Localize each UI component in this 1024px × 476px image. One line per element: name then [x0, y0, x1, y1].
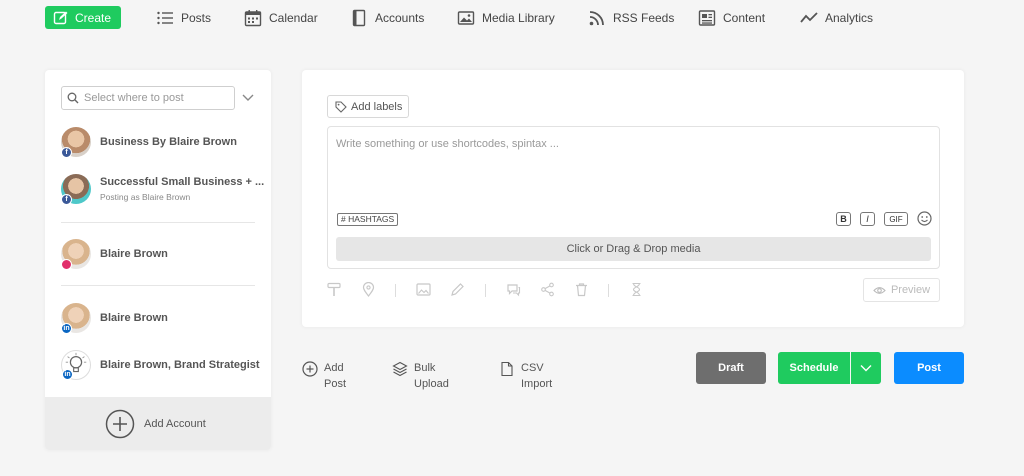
- account-name: Blaire Brown, Brand Strategist: [100, 359, 260, 371]
- csv-import-label-line2: Import: [521, 378, 553, 390]
- account-name: Blaire Brown: [100, 248, 168, 260]
- toolbar-divider: [485, 284, 486, 297]
- account-item[interactable]: f Business By Blaire Brown: [61, 127, 261, 158]
- calendar-icon: [244, 10, 262, 27]
- hashtags-button[interactable]: # HASHTAGS: [337, 213, 399, 226]
- nav-content[interactable]: Content: [698, 8, 765, 28]
- account-search[interactable]: [61, 86, 235, 110]
- account-name: Business By Blaire Brown: [100, 136, 237, 148]
- edit-icon: [53, 11, 68, 24]
- preview-label: Preview: [890, 284, 931, 296]
- nav-analytics-label: Analytics: [825, 11, 874, 25]
- avatar: in: [61, 303, 91, 334]
- account-item[interactable]: in Blaire Brown: [61, 303, 261, 334]
- nav-calendar[interactable]: Calendar: [244, 8, 318, 28]
- analytics-icon: [800, 12, 818, 23]
- nav-posts-label: Posts: [181, 11, 212, 25]
- nav-accounts[interactable]: Accounts: [350, 8, 424, 28]
- account-item[interactable]: Blaire Brown: [61, 239, 261, 270]
- pencil-icon[interactable]: [450, 282, 465, 297]
- list-icon: [157, 11, 173, 25]
- tag-icon: [335, 100, 347, 113]
- post-text-input[interactable]: [336, 138, 926, 198]
- create-label: Create: [75, 10, 112, 25]
- account-item[interactable]: in Blaire Brown, Brand Strategist: [61, 350, 261, 380]
- csv-import-label-line1: CSV: [521, 362, 544, 374]
- comments-icon[interactable]: [506, 282, 521, 297]
- image-icon[interactable]: [416, 282, 431, 297]
- avatar: f: [61, 174, 91, 205]
- toolbar-divider: [608, 284, 609, 297]
- trash-icon[interactable]: [574, 282, 589, 297]
- linkedin-icon: in: [62, 369, 73, 380]
- add-labels-button[interactable]: Add labels: [327, 95, 409, 118]
- bulk-upload-label-line1: Bulk: [414, 362, 436, 374]
- draft-button[interactable]: Draft: [696, 352, 766, 384]
- create-button[interactable]: Create: [45, 6, 121, 29]
- linkedin-icon: in: [61, 323, 72, 334]
- account-posting-as: Posting as Blaire Brown: [100, 192, 191, 202]
- rss-icon: [589, 11, 604, 26]
- csv-import-button[interactable]: CSV Import: [499, 360, 552, 392]
- bulk-upload-label-line2: Upload: [414, 378, 449, 390]
- bold-button[interactable]: B: [836, 212, 851, 226]
- media-dropzone[interactable]: Click or Drag & Drop media: [336, 237, 931, 261]
- add-account-button[interactable]: Add Account: [45, 397, 271, 450]
- gif-button[interactable]: GIF: [884, 212, 908, 226]
- post-editor: # HASHTAGS B I GIF Click or Drag & Drop …: [327, 126, 940, 269]
- accounts-panel: f Business By Blaire Brown f Successful …: [45, 70, 271, 450]
- nav-posts[interactable]: Posts: [156, 8, 211, 28]
- nav-rss-feeds-label: RSS Feeds: [613, 11, 675, 25]
- account-search-input[interactable]: [84, 92, 224, 104]
- post-composer: Add labels # HASHTAGS B I GIF Click or D…: [302, 70, 964, 327]
- top-navigation: Create Posts Calendar Accounts Media Lib…: [0, 0, 1024, 36]
- share-icon[interactable]: [540, 282, 555, 297]
- avatar: f: [61, 127, 91, 158]
- nav-calendar-label: Calendar: [269, 11, 318, 25]
- nav-rss-feeds[interactable]: RSS Feeds: [588, 8, 674, 28]
- add-labels-label: Add labels: [351, 100, 403, 113]
- add-post-label-line2: Post: [324, 378, 347, 390]
- nav-accounts-label: Accounts: [375, 11, 425, 25]
- divider: [61, 285, 255, 286]
- accounts-icon: [352, 9, 366, 27]
- eye-icon: [873, 286, 886, 294]
- schedule-options-button[interactable]: [851, 352, 881, 384]
- account-name: Successful Small Business + ...: [100, 176, 265, 188]
- divider: [61, 222, 255, 223]
- bulk-upload-button[interactable]: Bulk Upload: [392, 360, 449, 392]
- plus-circle-icon: [302, 361, 318, 377]
- account-name: Blaire Brown: [100, 312, 168, 324]
- facebook-icon: f: [61, 194, 72, 205]
- content-icon: [698, 10, 716, 26]
- schedule-button[interactable]: Schedule: [778, 352, 850, 384]
- avatar: in: [61, 350, 91, 380]
- nav-media-library[interactable]: Media Library: [457, 8, 555, 28]
- avatar: [61, 239, 91, 270]
- search-icon: [67, 92, 79, 104]
- nav-analytics[interactable]: Analytics: [800, 8, 873, 28]
- chevron-down-icon[interactable]: [241, 92, 255, 104]
- nav-content-label: Content: [723, 11, 766, 25]
- italic-button[interactable]: I: [860, 212, 875, 226]
- preview-button[interactable]: Preview: [863, 278, 940, 302]
- toolbar-divider: [395, 284, 396, 297]
- hourglass-icon[interactable]: [629, 282, 644, 297]
- chevron-down-icon: [860, 365, 872, 372]
- post-button[interactable]: Post: [894, 352, 964, 384]
- add-post-label-line1: Add: [324, 362, 344, 374]
- file-icon: [501, 361, 513, 377]
- add-account-label: Add Account: [144, 417, 206, 430]
- layers-icon: [392, 361, 408, 377]
- instagram-icon: [61, 259, 72, 270]
- location-pin-icon[interactable]: [361, 282, 376, 297]
- emoji-icon[interactable]: [917, 211, 932, 226]
- nav-media-library-label: Media Library: [482, 11, 555, 25]
- add-post-button[interactable]: Add Post: [302, 360, 346, 392]
- paint-roller-icon[interactable]: [327, 282, 342, 297]
- image-icon: [457, 11, 475, 25]
- plus-circle-icon: [105, 409, 135, 438]
- facebook-icon: f: [61, 147, 72, 158]
- account-item[interactable]: f Successful Small Business + ... Postin…: [61, 174, 265, 205]
